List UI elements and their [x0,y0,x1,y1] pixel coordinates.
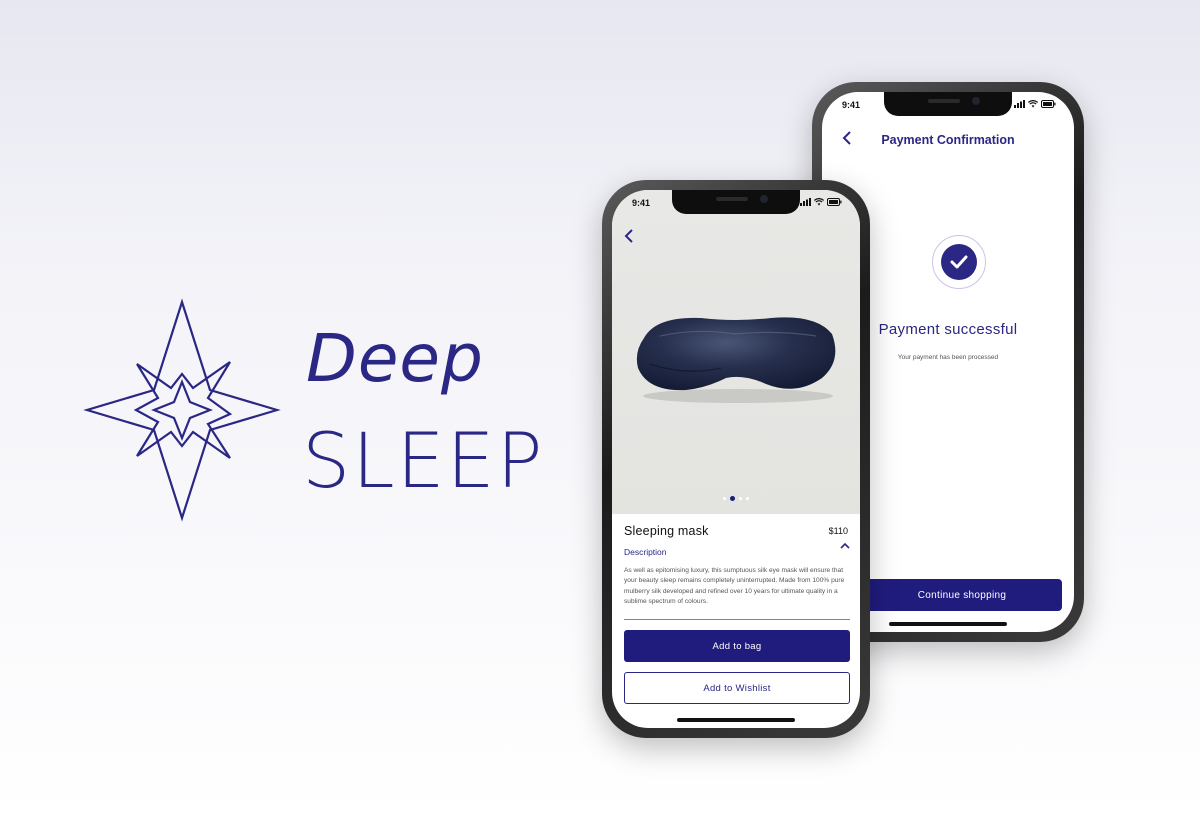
carousel-dots[interactable] [612,496,860,501]
back-button[interactable] [624,228,634,246]
status-bar: 9:41 [612,198,860,212]
chevron-left-icon [624,229,633,243]
product-screen: 9:41 Sleeping mask $110 Description As w… [612,190,860,728]
divider [624,619,850,620]
wifi-icon [814,198,824,206]
status-bar: 9:41 [822,100,1074,114]
product-image[interactable] [612,190,860,514]
home-indicator [889,622,1007,626]
status-icons [1014,100,1056,108]
home-indicator [677,718,795,722]
add-to-bag-button[interactable]: Add to bag [624,630,850,662]
brand-name-deep: Deep [306,320,484,397]
status-time: 9:41 [632,198,651,208]
add-to-wishlist-button[interactable]: Add to Wishlist [624,672,850,704]
brand-logo: Deep SLEEP [80,298,560,528]
sleeping-mask-image [626,306,846,411]
check-circle-icon [932,235,986,289]
wifi-icon [1028,100,1038,108]
battery-icon [827,198,842,206]
battery-icon [1041,100,1056,108]
description-text: As well as epitomising luxury, this sump… [624,567,845,606]
status-time: 9:41 [842,100,861,110]
check-icon [950,255,968,269]
carousel-dot[interactable] [723,497,726,500]
carousel-dot[interactable] [746,497,749,500]
status-icons [800,198,842,206]
carousel-dot[interactable] [730,496,735,501]
phone-product-detail: 9:41 Sleeping mask $110 Description As w… [602,180,870,738]
brand-name-sleep: SLEEP [302,416,545,505]
compass-star-icon [83,298,281,522]
continue-shopping-button[interactable]: Continue shopping [862,579,1062,611]
carousel-dot[interactable] [739,497,742,500]
signal-icon [1014,100,1025,108]
product-price: $110 [828,526,848,536]
product-name: Sleeping mask [624,524,709,538]
chevron-up-icon[interactable] [840,542,850,553]
signal-icon [800,198,811,206]
page-title: Payment Confirmation [881,133,1015,147]
description-toggle[interactable]: Description [624,547,667,557]
